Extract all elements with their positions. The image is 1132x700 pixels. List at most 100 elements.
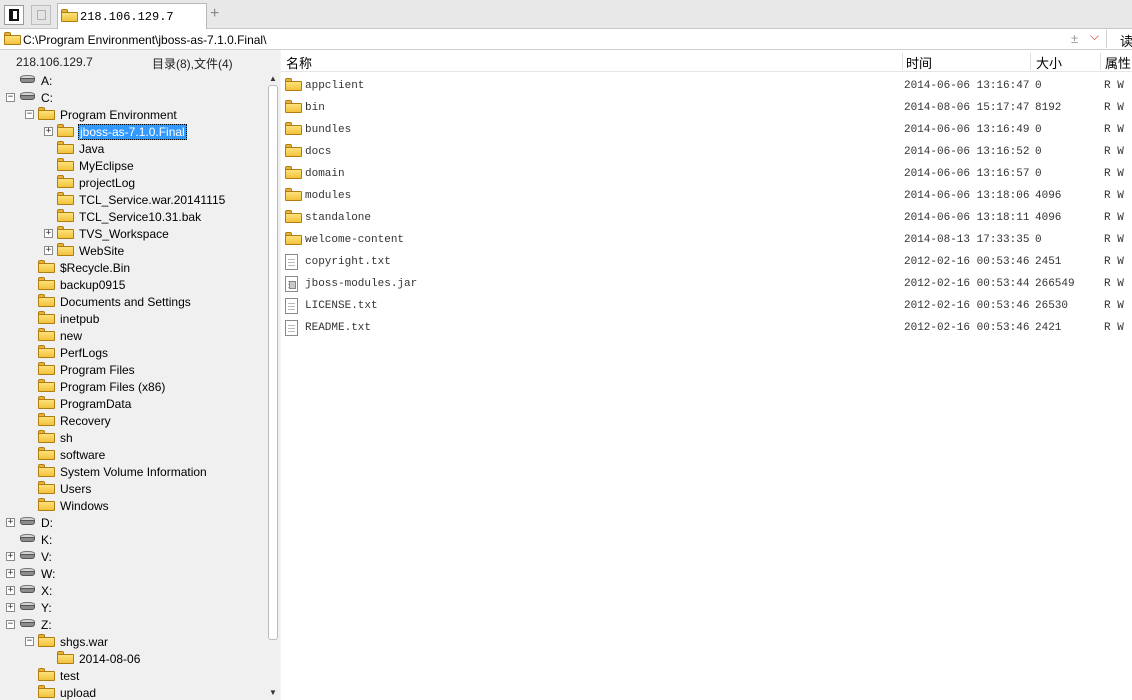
file-size: 2451 xyxy=(1035,256,1062,268)
tree-node[interactable]: projectLog xyxy=(44,174,261,191)
file-row[interactable]: docs 2014-06-06 13:16:52 0 R W xyxy=(281,141,1132,163)
sidebar-toggle-button[interactable] xyxy=(4,5,24,25)
file-size: 8192 xyxy=(1035,102,1062,114)
sort-icon[interactable]: ± xyxy=(1071,31,1078,46)
collapse-icon[interactable]: − xyxy=(25,637,34,646)
file-row[interactable]: appclient 2014-06-06 13:16:47 0 R W xyxy=(281,75,1132,97)
file-row[interactable]: README.txt 2012-02-16 00:53:46 2421 R W xyxy=(281,317,1132,339)
tree-node[interactable]: Program Files (x86) xyxy=(25,378,261,395)
tree-node[interactable]: 2014-08-06 xyxy=(44,650,261,667)
tree-node[interactable]: backup0915 xyxy=(25,276,261,293)
tree-node[interactable]: + X: xyxy=(6,582,261,599)
file-row[interactable]: welcome-content 2014-08-13 17:33:35 0 R W xyxy=(281,229,1132,251)
expand-icon[interactable]: + xyxy=(6,603,15,612)
tree-node[interactable]: Windows xyxy=(25,497,261,514)
tab-active[interactable]: 218.106.129.7 xyxy=(57,3,207,29)
tree-node[interactable]: + V: xyxy=(6,548,261,565)
tree-node[interactable]: − Z: xyxy=(6,616,261,633)
collapse-icon[interactable]: − xyxy=(6,620,15,629)
expand-icon[interactable]: + xyxy=(44,229,53,238)
file-row[interactable]: jboss-modules.jar 2012-02-16 00:53:44 2665… xyxy=(281,273,1132,295)
tree-node[interactable]: Users xyxy=(25,480,261,497)
file-name: domain xyxy=(305,168,345,180)
scroll-down-icon[interactable]: ▼ xyxy=(269,688,277,697)
scrollbar[interactable]: ▲ ▼ xyxy=(266,72,280,700)
collapse-icon[interactable]: − xyxy=(6,93,15,102)
tree-node-label: jboss-as-7.1.0.Final xyxy=(78,124,187,140)
panel-header: 218.106.129.7 目录(8),文件(4) xyxy=(0,50,280,72)
tree-node-label: projectLog xyxy=(79,176,136,190)
tree-node[interactable]: $Recycle.Bin xyxy=(25,259,261,276)
file-size: 266549 xyxy=(1035,278,1075,290)
file-time: 2014-08-06 15:17:47 xyxy=(904,102,1030,114)
collapse-icon[interactable]: − xyxy=(25,110,34,119)
tree-node[interactable]: − shgs.war xyxy=(25,633,261,650)
file-size: 26530 xyxy=(1035,300,1069,312)
tree-node[interactable]: Java xyxy=(44,140,261,157)
tree-node[interactable]: TCL_Service10.31.bak xyxy=(44,208,261,225)
tree-node-label: Java xyxy=(79,142,105,156)
tree-node[interactable]: upload xyxy=(25,684,261,700)
expand-icon[interactable]: + xyxy=(6,518,15,527)
expand-icon[interactable]: + xyxy=(6,586,15,595)
tree-node-label: sh xyxy=(60,431,73,445)
tree-node[interactable]: inetpub xyxy=(25,310,261,327)
address-input[interactable] xyxy=(23,32,1068,47)
expand-icon[interactable]: + xyxy=(6,569,15,578)
folder-icon xyxy=(285,122,302,135)
file-row[interactable]: standalone 2014-06-06 13:18:11 4096 R W xyxy=(281,207,1132,229)
folder-icon xyxy=(38,294,55,307)
file-row[interactable]: copyright.txt 2012-02-16 00:53:46 2451 R W xyxy=(281,251,1132,273)
expand-icon[interactable]: + xyxy=(44,246,53,255)
drive-icon xyxy=(19,566,36,578)
tree-node[interactable]: sh xyxy=(25,429,261,446)
new-tab-button[interactable]: + xyxy=(210,4,224,24)
read-button[interactable]: 读 xyxy=(1120,31,1132,50)
tree-node[interactable]: + WebSite xyxy=(44,242,261,259)
expand-icon[interactable]: + xyxy=(6,552,15,561)
drive-icon xyxy=(19,600,36,612)
tree-node[interactable]: MyEclipse xyxy=(44,157,261,174)
tree-node[interactable]: new xyxy=(25,327,261,344)
tree-node[interactable]: Documents and Settings xyxy=(25,293,261,310)
expand-icon[interactable]: + xyxy=(44,127,53,136)
folder-icon xyxy=(38,447,55,460)
column-header-time[interactable]: 时间 xyxy=(906,53,1031,71)
column-header-size[interactable]: 大小 xyxy=(1036,53,1101,71)
tree-node[interactable]: ProgramData xyxy=(25,395,261,412)
column-header-name[interactable]: 名称 xyxy=(286,53,903,71)
file-time: 2014-06-06 13:16:47 xyxy=(904,80,1030,92)
blank-tab-button[interactable] xyxy=(31,5,51,25)
tree-node[interactable]: − C: xyxy=(6,89,261,106)
tree-node[interactable]: Recovery xyxy=(25,412,261,429)
text-file-icon xyxy=(285,298,298,314)
tree-node[interactable]: TCL_Service.war.20141115 xyxy=(44,191,261,208)
file-name: LICENSE.txt xyxy=(305,300,378,312)
scrollbar-thumb[interactable] xyxy=(268,85,278,640)
tree-node[interactable]: Program Files xyxy=(25,361,261,378)
tree-node[interactable]: + Y: xyxy=(6,599,261,616)
tree-node[interactable]: + jboss-as-7.1.0.Final xyxy=(44,123,261,140)
file-row[interactable]: modules 2014-06-06 13:18:06 4096 R W xyxy=(281,185,1132,207)
file-row[interactable]: bundles 2014-06-06 13:16:49 0 R W xyxy=(281,119,1132,141)
tree-node[interactable]: A: xyxy=(6,72,261,89)
tree-node[interactable]: − Program Environment xyxy=(25,106,261,123)
scroll-up-icon[interactable]: ▲ xyxy=(269,74,277,83)
tree-node[interactable]: software xyxy=(25,446,261,463)
tree-node[interactable]: PerfLogs xyxy=(25,344,261,361)
tree-node[interactable]: test xyxy=(25,667,261,684)
tree-node[interactable]: System Volume Information xyxy=(25,463,261,480)
drive-icon xyxy=(19,549,36,561)
file-time: 2012-02-16 00:53:46 xyxy=(904,256,1030,268)
tree-node[interactable]: + W: xyxy=(6,565,261,582)
tree-node-label: $Recycle.Bin xyxy=(60,261,131,275)
tree-node[interactable]: + D: xyxy=(6,514,261,531)
tree-node[interactable]: K: xyxy=(6,531,261,548)
folder-icon xyxy=(61,9,78,22)
file-row[interactable]: domain 2014-06-06 13:16:57 0 R W xyxy=(281,163,1132,185)
column-header-attr[interactable]: 属性 xyxy=(1105,53,1132,71)
chevron-down-icon[interactable]: ⌵ xyxy=(1090,29,1099,44)
file-row[interactable]: bin 2014-08-06 15:17:47 8192 R W xyxy=(281,97,1132,119)
file-row[interactable]: LICENSE.txt 2012-02-16 00:53:46 26530 R W xyxy=(281,295,1132,317)
tree-node[interactable]: + TVS_Workspace xyxy=(44,225,261,242)
